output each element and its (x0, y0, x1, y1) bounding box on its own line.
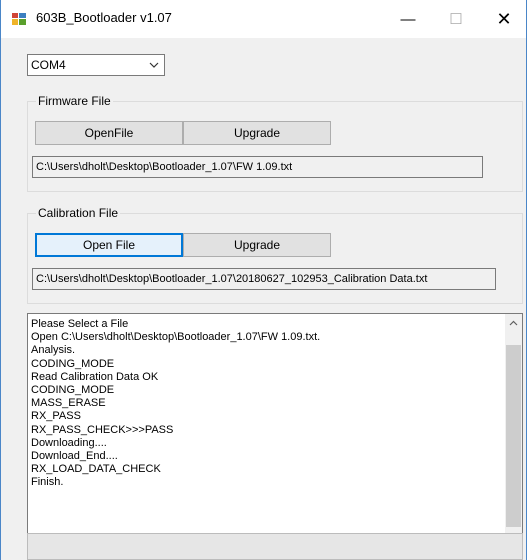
log-line: Open C:\Users\dholt\Desktop\Bootloader_1… (31, 331, 321, 344)
chevron-down-icon[interactable] (148, 59, 160, 71)
log-line: CODING_MODE (31, 357, 115, 370)
firmware-open-button[interactable]: OpenFile (35, 121, 183, 145)
minimize-button[interactable]: — (385, 0, 431, 38)
calibration-open-button[interactable]: Open File (35, 233, 183, 257)
progress-bar (27, 533, 523, 560)
calibration-group-label: Calibration File (36, 206, 121, 220)
firmware-group: Firmware File OpenFile Upgrade C:\Users\… (27, 94, 523, 192)
close-button[interactable]: ✕ (481, 0, 527, 38)
log-line: RX_PASS (31, 410, 81, 423)
firmware-upgrade-button[interactable]: Upgrade (183, 121, 331, 145)
window-title: 603B_Bootloader v1.07 (36, 10, 172, 25)
port-select-value: COM4 (31, 58, 66, 72)
port-select[interactable]: COM4 (27, 54, 165, 76)
log-line: MASS_ERASE (31, 397, 106, 410)
log-lines: Please Select a File Open C:\Users\dholt… (31, 318, 501, 490)
log-line: Analysis. (31, 344, 76, 357)
log-scrollbar[interactable] (505, 314, 522, 544)
title-bar[interactable]: 603B_Bootloader v1.07 — ☐ ✕ (1, 0, 526, 38)
app-icon (12, 13, 26, 25)
log-line: Please Select a File (31, 318, 129, 330)
calibration-group: Calibration File Open File Upgrade C:\Us… (27, 206, 523, 304)
log-line: RX_PASS_CHECK>>>PASS (31, 423, 174, 436)
app-window: 603B_Bootloader v1.07 — ☐ ✕ COM4 Firmwar… (0, 0, 527, 560)
firmware-path-field[interactable]: C:\Users\dholt\Desktop\Bootloader_1.07\F… (32, 156, 483, 178)
log-line: Downloading.... (31, 436, 107, 449)
chevron-up-icon[interactable] (505, 314, 522, 331)
scrollbar-thumb[interactable] (506, 345, 521, 527)
log-line: Finish. (31, 476, 64, 489)
log-line: Read Calibration Data OK (31, 370, 159, 383)
maximize-button[interactable]: ☐ (433, 0, 479, 38)
calibration-path-field[interactable]: C:\Users\dholt\Desktop\Bootloader_1.07\2… (32, 268, 496, 290)
firmware-group-label: Firmware File (36, 94, 113, 108)
log-textarea[interactable]: Please Select a File Open C:\Users\dholt… (27, 313, 523, 545)
log-line: CODING_MODE (31, 384, 115, 397)
log-line: Download_End.... (31, 450, 118, 463)
calibration-upgrade-button[interactable]: Upgrade (183, 233, 331, 257)
log-line: RX_LOAD_DATA_CHECK (31, 463, 161, 476)
